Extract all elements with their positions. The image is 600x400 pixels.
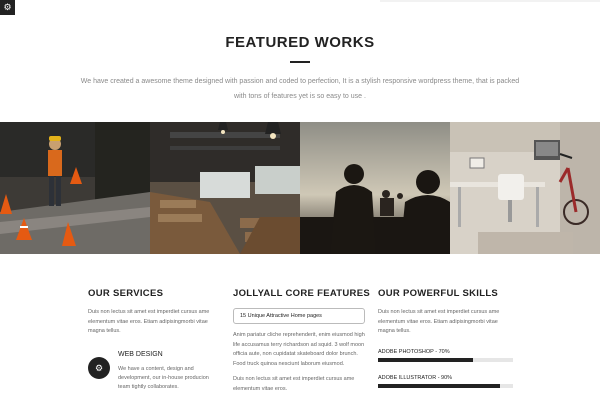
- skills-heading: OUR POWERFUL SKILLS: [378, 288, 499, 299]
- office-hall-photo[interactable]: [150, 122, 300, 254]
- skill-bar-fill: [378, 358, 473, 362]
- services-intro: Duis non lectus sit amet est imperdiet c…: [88, 309, 210, 334]
- sunset-silhouettes-photo[interactable]: [300, 122, 450, 254]
- skill-bar-fill: [378, 384, 500, 388]
- skill-label: ADOBE ILLUSTRATOR - 90%: [378, 375, 453, 381]
- page-title: FEATURED WORKS: [225, 34, 375, 51]
- service-title: WEB DESIGN: [118, 351, 163, 358]
- features-column: JOLLYALL CORE FEATURES 15 Unique Attract…: [233, 288, 371, 394]
- workspace-bicycle-photo[interactable]: [450, 122, 600, 254]
- construction-worker-photo[interactable]: [0, 122, 150, 254]
- cogs-icon: ⚙: [88, 357, 110, 379]
- skill-bar-track: [378, 358, 513, 362]
- skill-illustrator: ADOBE ILLUSTRATOR - 90%: [378, 375, 513, 388]
- top-divider: [380, 0, 600, 2]
- hero-description: We have created a awesome theme designed…: [80, 78, 520, 100]
- skill-photoshop: ADOBE PHOTOSHOP - 70%: [378, 349, 513, 362]
- feature-accordion-label: 15 Unique Attractive Home pages: [240, 313, 322, 319]
- title-underline: [290, 61, 310, 63]
- works-gallery: [0, 122, 600, 254]
- skill-bar-track: [378, 384, 513, 388]
- skills-column: OUR POWERFUL SKILLS Duis non lectus sit …: [378, 288, 513, 337]
- settings-button[interactable]: ⚙: [0, 0, 15, 15]
- services-heading: OUR SERVICES: [88, 288, 164, 299]
- gear-icon: ⚙: [3, 2, 12, 12]
- features-text: Anim pariatur cliche reprehenderit, enim…: [233, 332, 365, 367]
- service-description: We have a content, design and developmen…: [118, 366, 209, 390]
- services-column: OUR SERVICES Duis non lectus sit amet es…: [88, 288, 210, 337]
- features-text-2: Duis non lectus sit amet est imperdiet c…: [233, 376, 355, 392]
- feature-accordion-item[interactable]: 15 Unique Attractive Home pages: [233, 308, 365, 324]
- features-heading: JOLLYALL CORE FEATURES: [233, 288, 370, 299]
- skills-intro: Duis non lectus sit amet est imperdiet c…: [378, 309, 500, 334]
- skill-label: ADOBE PHOTOSHOP - 70%: [378, 349, 450, 355]
